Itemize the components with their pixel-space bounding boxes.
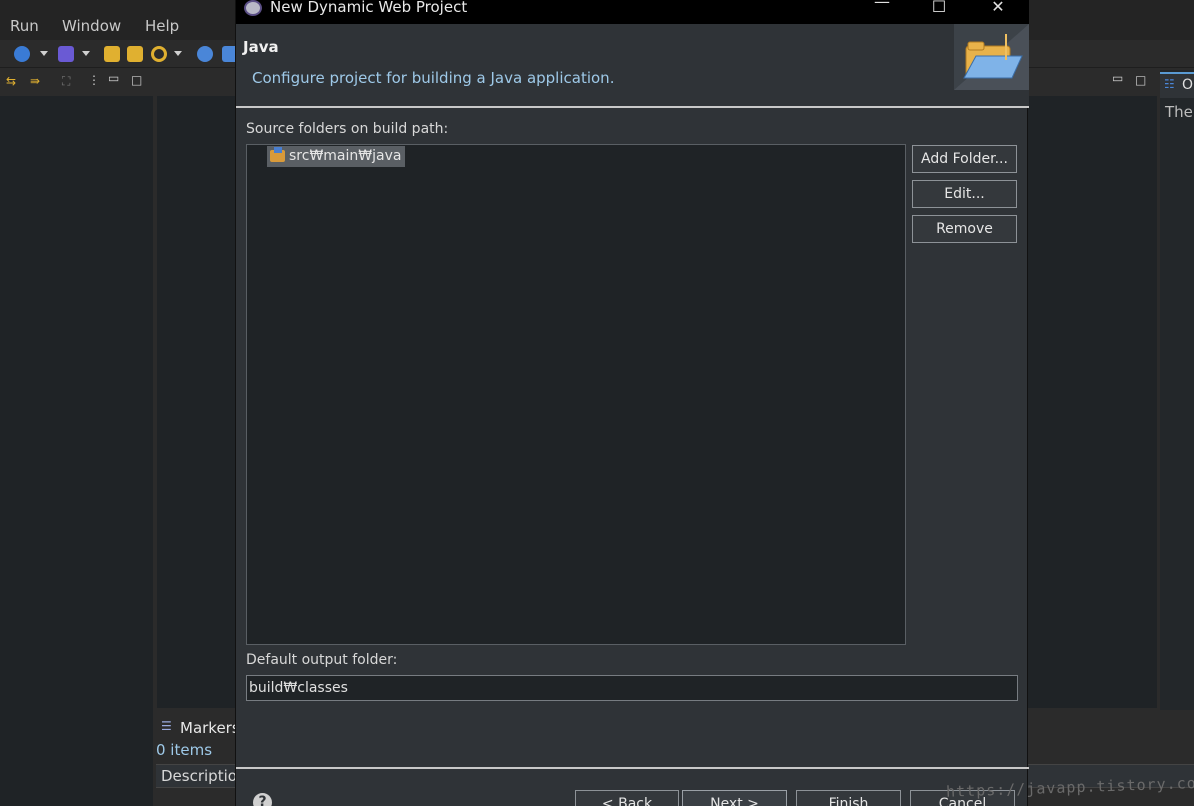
markers-tab[interactable]: Markers [180,719,240,737]
page-title: Java [243,38,279,56]
finish-button[interactable]: Finish [796,790,901,806]
view-menu-icon[interactable]: ⋮ [88,73,100,87]
items-count: 0 items [156,741,213,759]
dialog-title: New Dynamic Web Project [270,0,468,16]
minimize-button[interactable]: — [859,0,905,16]
maximize-button[interactable]: ☐ [916,0,962,21]
next-button[interactable]: Next > [682,790,787,806]
right-panel [1160,70,1194,710]
add-folder-button[interactable]: Add Folder... [912,145,1017,173]
remove-button[interactable]: Remove [912,215,1017,243]
help-icon[interactable]: ? [253,793,272,806]
maximize-view-icon[interactable]: □ [131,73,142,87]
focus-icon[interactable]: ⛶ [62,74,70,89]
dropdown-arrow-icon[interactable] [40,51,48,56]
outline-message: Ther [1165,103,1194,121]
outline-icon: ☷ [1164,77,1175,91]
open-folder-icon [954,24,1029,90]
dropdown-arrow-icon[interactable] [174,51,182,56]
run-config-icon[interactable] [58,46,74,62]
page-description: Configure project for building a Java ap… [252,69,615,87]
menu-run[interactable]: Run [10,17,39,35]
open-type-icon[interactable] [104,46,120,62]
eclipse-icon [244,0,262,16]
left-panel [0,70,153,806]
output-folder-label: Default output folder: [246,652,398,668]
source-folders-list[interactable]: src₩main₩java [246,144,906,645]
new-dynamic-web-project-dialog: New Dynamic Web Project — ☐ ✕ Java Confi… [235,0,1029,806]
wizard-header: Java Configure project for building a Ja… [236,24,1029,108]
source-folder-item[interactable]: src₩main₩java [267,146,406,167]
globe-icon[interactable] [197,46,213,62]
dialog-titlebar[interactable]: New Dynamic Web Project — ☐ ✕ [236,0,1029,24]
source-folders-label: Source folders on build path: [246,121,449,137]
description-column[interactable]: Description [161,767,246,785]
menu-help[interactable]: Help [145,17,179,35]
maximize-editor-icon[interactable]: □ [1135,73,1146,87]
minimize-editor-icon[interactable]: ▭ [1112,71,1123,85]
output-folder-input[interactable]: build₩classes [246,675,1018,701]
edit-button[interactable]: Edit... [912,180,1017,208]
outline-tab-label: O [1182,77,1194,93]
markers-icon: ☰ [161,719,172,733]
collapse-icon[interactable]: ⇛ [30,74,40,88]
new-icon[interactable] [14,46,30,62]
dropdown-arrow-icon[interactable] [82,51,90,56]
menu-window[interactable]: Window [62,17,121,35]
search-icon[interactable] [151,46,167,62]
link-editor-icon[interactable]: ⇆ [6,74,16,88]
outline-tab[interactable]: ☷ O [1160,72,1194,98]
open-resource-icon[interactable] [127,46,143,62]
close-button[interactable]: ✕ [975,0,1021,21]
minimize-view-icon[interactable]: ▭ [108,71,119,85]
back-button[interactable]: < Back [575,790,679,806]
source-folder-path: src₩main₩java [289,148,402,164]
source-folder-icon [270,147,285,162]
left-panel-toolbar: ⇆ ⇛ ⛶ ⋮ ▭ □ [0,70,153,96]
footer-separator [236,767,1029,769]
